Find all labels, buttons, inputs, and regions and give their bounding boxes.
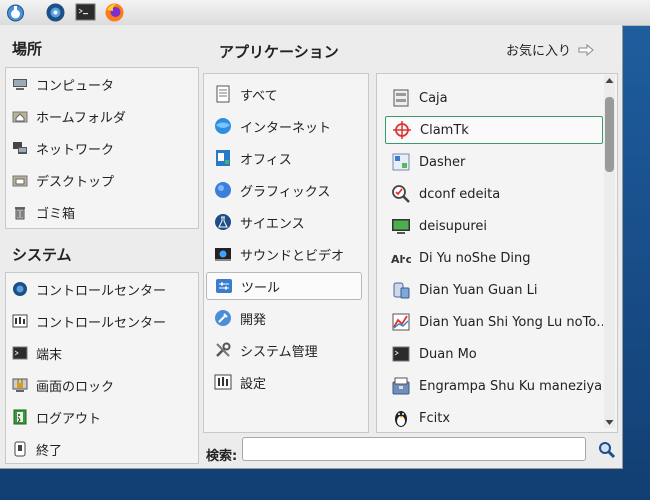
applications-list: Caja ClamTk Dasher dconf edeita deisupur… bbox=[376, 73, 618, 433]
system-admin-icon bbox=[216, 342, 231, 357]
app-item[interactable]: Duan Mo bbox=[385, 340, 603, 368]
all-apps-icon bbox=[216, 85, 230, 103]
system-item-control-center[interactable]: コントロールセンター bbox=[12, 276, 166, 302]
dasher-icon bbox=[392, 153, 410, 171]
category-graphics[interactable]: グラフィックス bbox=[206, 176, 362, 204]
dconf-editor-icon bbox=[392, 185, 410, 203]
logout-icon bbox=[13, 409, 27, 425]
category-office[interactable]: オフィス bbox=[206, 144, 362, 172]
terminal-launcher-icon[interactable] bbox=[75, 2, 96, 23]
category-science[interactable]: サイエンス bbox=[206, 208, 362, 236]
science-icon bbox=[215, 214, 231, 230]
lock-screen-icon bbox=[12, 378, 28, 392]
application-menu: 場所 コンピュータ ホームフォルダ ネットワーク デスクトップ ゴミ箱 システム… bbox=[0, 25, 623, 469]
favorites-button[interactable]: お気に入り bbox=[506, 40, 595, 59]
graphics-icon bbox=[215, 182, 231, 198]
app-item[interactable]: ClamTk bbox=[385, 116, 603, 144]
terminal-app-icon bbox=[392, 346, 410, 362]
system-item-lock-screen[interactable]: 画面のロック bbox=[12, 372, 114, 398]
category-all[interactable]: すべて bbox=[206, 80, 362, 108]
top-panel bbox=[0, 0, 650, 26]
app-item[interactable]: deisupurei bbox=[385, 212, 603, 240]
control-center-alt-icon bbox=[12, 314, 28, 328]
mate-menu-icon[interactable] bbox=[5, 2, 26, 23]
search-label: 検索: bbox=[206, 449, 238, 464]
system-item-shutdown[interactable]: 終了 bbox=[12, 436, 62, 462]
shutdown-icon bbox=[14, 441, 26, 457]
search-input[interactable] bbox=[242, 437, 586, 461]
app-item[interactable]: dconf edeita bbox=[385, 180, 603, 208]
development-icon bbox=[215, 310, 231, 326]
power-manager-icon bbox=[393, 282, 410, 299]
app-item[interactable]: Dian Yuan Shi Yong Lu noTo… bbox=[385, 308, 603, 336]
computer-icon bbox=[13, 79, 27, 90]
places-heading: 場所 bbox=[12, 40, 43, 58]
office-icon bbox=[216, 150, 230, 166]
app-item[interactable]: Dian Yuan Guan Li bbox=[385, 276, 603, 304]
categories-list: すべて インターネット オフィス グラフィックス サイエンス サウンドとビデオ … bbox=[203, 73, 369, 433]
sound-video-icon bbox=[215, 248, 231, 261]
settings-icon bbox=[214, 374, 232, 390]
archive-manager-icon bbox=[392, 377, 410, 395]
app-item[interactable]: Caja bbox=[385, 84, 603, 112]
app-item[interactable]: Engrampa Shu Ku maneziya bbox=[385, 372, 603, 400]
system-item-control-center-2[interactable]: コントロールセンター bbox=[12, 308, 166, 334]
region-settings-icon: Aŀc bbox=[391, 253, 411, 266]
places-list: コンピュータ ホームフォルダ ネットワーク デスクトップ ゴミ箱 bbox=[5, 67, 199, 229]
desktop-folder-icon bbox=[12, 175, 28, 187]
svg-text:Aŀc: Aŀc bbox=[391, 253, 411, 266]
app-item[interactable]: Fcitx bbox=[385, 404, 603, 432]
category-internet[interactable]: インターネット bbox=[206, 112, 362, 140]
file-manager-icon bbox=[393, 89, 409, 107]
app-item[interactable]: Dasher bbox=[385, 148, 603, 176]
places-item-network[interactable]: ネットワーク bbox=[12, 135, 114, 161]
app-item[interactable]: Aŀc Di Yu noShe Ding bbox=[385, 244, 603, 272]
system-list: コントロールセンター コントロールセンター 端末 画面のロック ログアウト 終了 bbox=[5, 272, 199, 464]
trash-icon bbox=[15, 207, 25, 220]
arrow-right-icon bbox=[578, 43, 594, 56]
home-folder-icon bbox=[12, 111, 28, 123]
places-item-desktop[interactable]: デスクトップ bbox=[12, 167, 114, 193]
power-statistics-icon bbox=[392, 313, 410, 331]
control-center-icon bbox=[13, 282, 27, 296]
network-icon bbox=[13, 142, 27, 154]
places-item-computer[interactable]: コンピュータ bbox=[12, 71, 114, 97]
category-system-admin[interactable]: システム管理 bbox=[206, 336, 362, 364]
internet-icon bbox=[215, 118, 231, 134]
system-item-logout[interactable]: ログアウト bbox=[12, 404, 101, 430]
category-sound-video[interactable]: サウンドとビデオ bbox=[206, 240, 362, 268]
tools-icon bbox=[216, 279, 232, 293]
scroll-thumb[interactable] bbox=[605, 97, 614, 172]
category-tools[interactable]: ツール bbox=[206, 272, 362, 300]
category-development[interactable]: 開発 bbox=[206, 304, 362, 332]
display-icon bbox=[392, 219, 410, 234]
favorites-label: お気に入り bbox=[506, 44, 572, 59]
places-item-trash[interactable]: ゴミ箱 bbox=[12, 199, 75, 225]
category-settings[interactable]: 設定 bbox=[206, 368, 362, 396]
system-item-terminal[interactable]: 端末 bbox=[12, 340, 62, 366]
applications-scrollbar[interactable] bbox=[604, 75, 615, 428]
antivirus-target-icon bbox=[393, 121, 411, 139]
terminal-icon bbox=[12, 346, 28, 360]
applications-heading: アプリケーション bbox=[219, 43, 339, 61]
firefox-launcher-icon[interactable] bbox=[104, 2, 125, 23]
system-heading: システム bbox=[12, 246, 72, 264]
places-item-home[interactable]: ホームフォルダ bbox=[12, 103, 126, 129]
search-icon[interactable] bbox=[598, 441, 616, 459]
penguin-icon bbox=[395, 411, 407, 427]
system-settings-launcher-icon[interactable] bbox=[45, 2, 66, 23]
